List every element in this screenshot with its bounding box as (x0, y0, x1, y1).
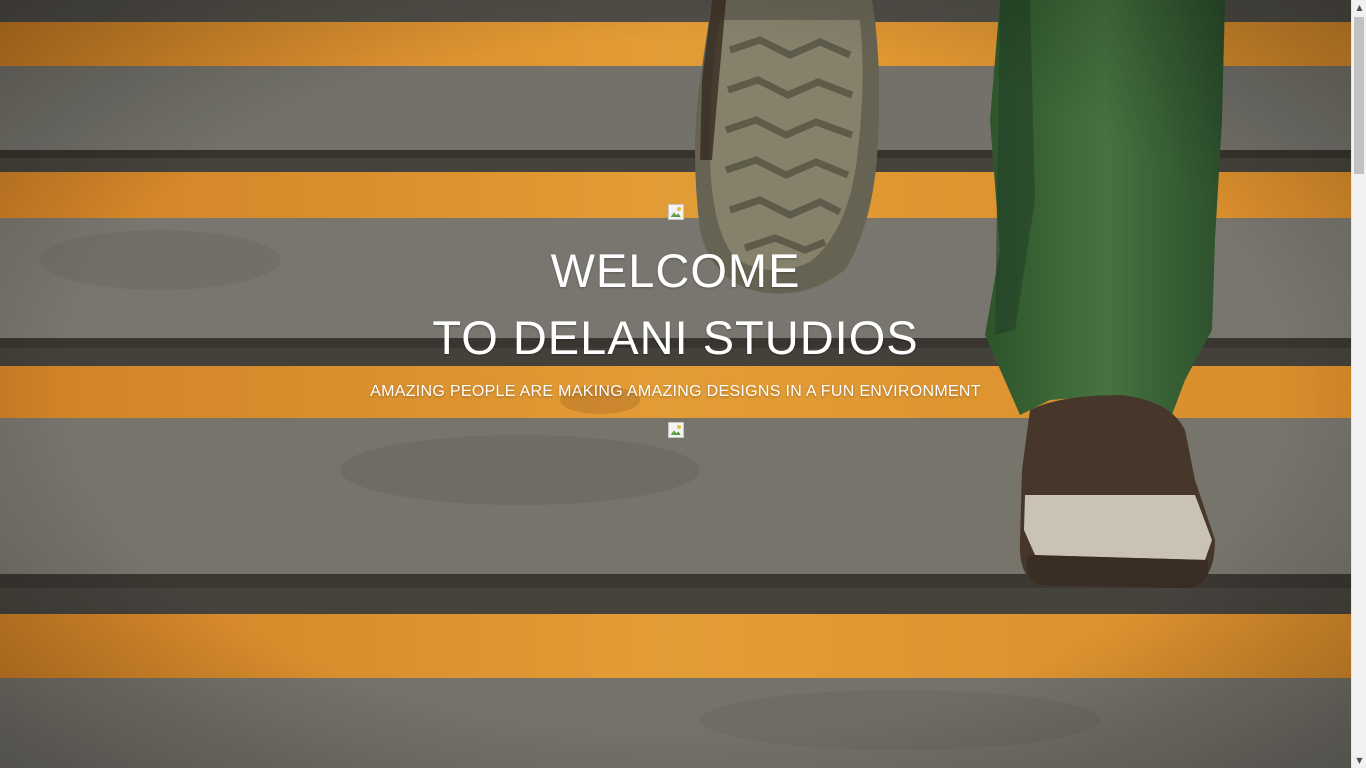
hero-title-line2: TO DELANI STUDIOS (432, 311, 919, 364)
browser-viewport: WELCOME TO DELANI STUDIOS AMAZING PEOPLE… (0, 0, 1366, 768)
hero-title: WELCOME TO DELANI STUDIOS (0, 237, 1351, 371)
hero-subtitle: AMAZING PEOPLE ARE MAKING AMAZING DESIGN… (370, 383, 981, 400)
broken-image-icon (667, 204, 684, 220)
scroll-down-arrow-icon[interactable]: ▼ (1352, 753, 1366, 768)
broken-image-icon[interactable] (667, 422, 684, 438)
hero-content: WELCOME TO DELANI STUDIOS AMAZING PEOPLE… (0, 204, 1351, 443)
vertical-scrollbar[interactable]: ▲ ▼ (1351, 0, 1366, 768)
hero-section: WELCOME TO DELANI STUDIOS AMAZING PEOPLE… (0, 0, 1351, 768)
scroll-up-arrow-icon[interactable]: ▲ (1352, 0, 1366, 15)
hero-title-line1: WELCOME (550, 244, 801, 297)
scrollbar-thumb[interactable] (1354, 17, 1364, 174)
